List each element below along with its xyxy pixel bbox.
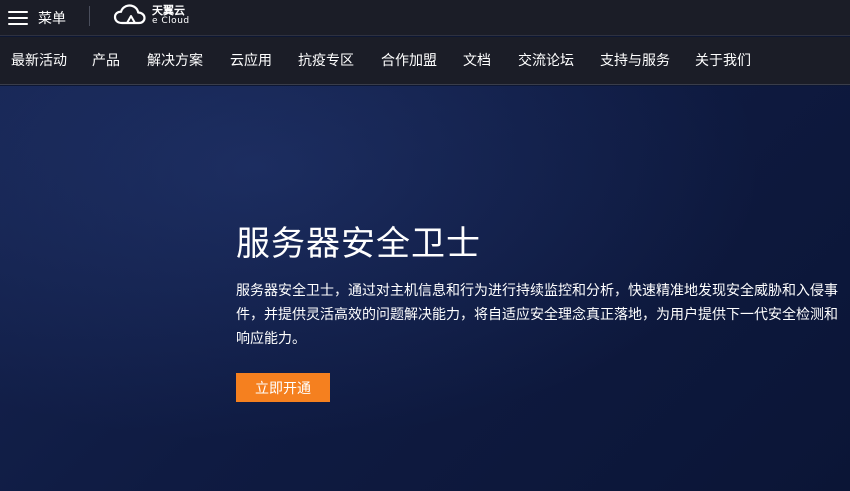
main-nav: 最新活动 产品 解决方案 云应用 抗疫专区 合作加盟 文档 交流论坛 支持与服务… bbox=[0, 37, 850, 85]
nav-item-latest-activities[interactable]: 最新活动 bbox=[11, 37, 67, 85]
nav-item-partnership[interactable]: 合作加盟 bbox=[381, 37, 437, 85]
cloud-logo-icon bbox=[113, 4, 146, 25]
activate-now-button[interactable]: 立即开通 bbox=[236, 373, 330, 402]
header-divider bbox=[89, 6, 90, 26]
nav-item-pandemic-zone[interactable]: 抗疫专区 bbox=[298, 37, 354, 85]
hamburger-menu-icon bbox=[8, 10, 28, 26]
top-bar: 菜单 天翼云 e Cloud bbox=[0, 0, 850, 36]
nav-item-support[interactable]: 支持与服务 bbox=[600, 37, 670, 85]
logo-text-cn: 天翼云 bbox=[152, 3, 185, 17]
page-title: 服务器安全卫士 bbox=[236, 224, 481, 264]
logo-text-en: e Cloud bbox=[152, 15, 190, 26]
brand-logo[interactable]: 天翼云 e Cloud bbox=[113, 3, 190, 27]
nav-item-docs[interactable]: 文档 bbox=[463, 37, 491, 85]
nav-item-about[interactable]: 关于我们 bbox=[695, 37, 751, 85]
menu-label: 菜单 bbox=[38, 11, 66, 27]
nav-item-forum[interactable]: 交流论坛 bbox=[518, 37, 574, 85]
hero-description: 服务器安全卫士，通过对主机信息和行为进行持续监控和分析，快速精准地发现安全威胁和… bbox=[236, 283, 838, 347]
hero-banner: 服务器安全卫士 服务器安全卫士，通过对主机信息和行为进行持续监控和分析，快速精准… bbox=[0, 86, 850, 491]
menu-button[interactable]: 菜单 bbox=[8, 4, 66, 32]
nav-item-cloud-apps[interactable]: 云应用 bbox=[230, 37, 272, 85]
nav-item-products[interactable]: 产品 bbox=[92, 37, 120, 85]
nav-item-solutions[interactable]: 解决方案 bbox=[147, 37, 203, 85]
